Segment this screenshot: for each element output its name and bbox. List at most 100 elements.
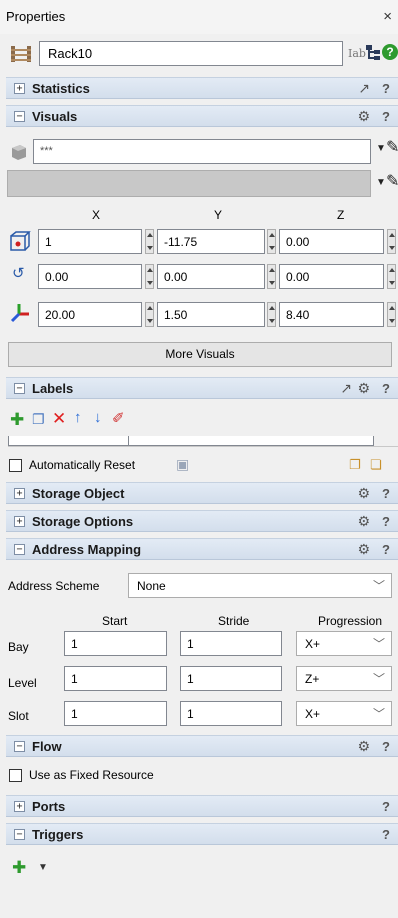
- section-flow[interactable]: − Flow ⚙ ?: [6, 735, 398, 757]
- rotation-z-field[interactable]: 0.00: [279, 264, 384, 289]
- dropdown-arrow-icon[interactable]: ▼: [376, 177, 386, 188]
- section-statistics[interactable]: + Statistics ↗ ?: [6, 77, 398, 99]
- level-start-field[interactable]: 1: [64, 666, 167, 691]
- tree-icon[interactable]: [366, 45, 380, 61]
- location-z-spinner[interactable]: [387, 229, 396, 254]
- expand-icon[interactable]: +: [14, 83, 25, 94]
- fixed-resource-checkbox[interactable]: [9, 769, 22, 782]
- panel-title: Properties: [6, 9, 66, 24]
- help-icon[interactable]: ?: [382, 44, 398, 60]
- location-z-field[interactable]: 0.00: [279, 229, 384, 254]
- rotation-y-field[interactable]: 0.00: [157, 264, 265, 289]
- help-icon[interactable]: ?: [382, 81, 390, 96]
- settings-icon[interactable]: ⚙: [357, 738, 370, 755]
- rotation-x-spinner[interactable]: [145, 264, 154, 289]
- copy-icon[interactable]: ❐: [32, 411, 45, 428]
- size-z-field[interactable]: 8.40: [279, 302, 384, 327]
- bay-stride-field[interactable]: 1: [180, 631, 282, 656]
- add-icon[interactable]: ✚: [10, 410, 24, 430]
- save-icon[interactable]: ▣: [176, 456, 189, 473]
- section-title: Storage Options: [32, 514, 134, 529]
- collapse-icon[interactable]: −: [14, 383, 25, 394]
- expand-icon[interactable]: +: [14, 488, 25, 499]
- section-title: Address Mapping: [32, 542, 142, 557]
- chevron-down-icon: ﹀: [372, 579, 385, 593]
- eyedropper-icon[interactable]: ✎: [386, 171, 398, 191]
- location-y-field[interactable]: -11.75: [157, 229, 265, 254]
- slot-progression-select[interactable]: X+ ﹀: [296, 701, 392, 726]
- copy-labels-icon[interactable]: ❐: [349, 457, 361, 473]
- pin-arrow-icon[interactable]: ↗: [358, 80, 370, 97]
- rotation-y-spinner[interactable]: [267, 264, 276, 289]
- help-icon[interactable]: ?: [382, 486, 390, 501]
- settings-icon[interactable]: ⚙: [357, 108, 370, 125]
- help-icon[interactable]: ?: [382, 739, 390, 754]
- settings-icon[interactable]: ⚙: [357, 485, 370, 502]
- section-storage-options[interactable]: + Storage Options ⚙ ?: [6, 510, 398, 532]
- dropdown-arrow-icon[interactable]: ▼: [38, 862, 48, 873]
- collapse-icon[interactable]: −: [14, 829, 25, 840]
- help-icon[interactable]: ?: [382, 799, 390, 814]
- collapse-icon[interactable]: −: [14, 544, 25, 555]
- location-x-spinner[interactable]: [145, 229, 154, 254]
- section-ports[interactable]: + Ports ?: [6, 795, 398, 817]
- size-z-spinner[interactable]: [387, 302, 396, 327]
- help-icon[interactable]: ?: [382, 542, 390, 557]
- section-visuals[interactable]: − Visuals ⚙ ?: [6, 105, 398, 127]
- add-trigger-icon[interactable]: ✚: [12, 858, 26, 878]
- collapse-icon[interactable]: −: [14, 741, 25, 752]
- location-icon: [9, 230, 31, 252]
- settings-icon[interactable]: ⚙: [357, 380, 370, 397]
- location-x-field[interactable]: 1: [38, 229, 142, 254]
- settings-icon[interactable]: ⚙: [357, 541, 370, 558]
- eyedropper-icon[interactable]: ✎: [386, 137, 398, 157]
- settings-icon[interactable]: ⚙: [357, 513, 370, 530]
- paste-labels-icon[interactable]: ❏: [370, 457, 382, 473]
- rotation-x-field[interactable]: 0.00: [38, 264, 142, 289]
- size-x-field[interactable]: 20.00: [38, 302, 142, 327]
- help-icon[interactable]: ?: [382, 381, 390, 396]
- pin-icon[interactable]: ✐: [112, 409, 125, 427]
- slot-stride-field[interactable]: 1: [180, 701, 282, 726]
- bay-start-field[interactable]: 1: [64, 631, 167, 656]
- section-storage-object[interactable]: + Storage Object ⚙ ?: [6, 482, 398, 504]
- label-edit-icon[interactable]: Iab: [348, 47, 366, 60]
- size-y-spinner[interactable]: [267, 302, 276, 327]
- collapse-icon[interactable]: −: [14, 111, 25, 122]
- auto-reset-label: Automatically Reset: [29, 458, 136, 472]
- move-down-icon[interactable]: ↓: [94, 409, 102, 426]
- section-labels[interactable]: − Labels ↗ ⚙ ?: [6, 377, 398, 399]
- close-icon[interactable]: ×: [383, 8, 392, 25]
- auto-reset-checkbox[interactable]: [9, 459, 22, 472]
- dropdown-arrow-icon[interactable]: ▼: [376, 143, 386, 154]
- level-stride-field[interactable]: 1: [180, 666, 282, 691]
- shape-field[interactable]: ***: [33, 139, 371, 164]
- section-triggers[interactable]: − Triggers ?: [6, 823, 398, 845]
- size-y-field[interactable]: 1.50: [157, 302, 265, 327]
- slot-start-field[interactable]: 1: [64, 701, 167, 726]
- expand-icon[interactable]: +: [14, 516, 25, 527]
- pin-arrow-icon[interactable]: ↗: [340, 380, 352, 397]
- delete-icon[interactable]: ✕: [52, 409, 66, 429]
- location-y-spinner[interactable]: [267, 229, 276, 254]
- level-progression-select[interactable]: Z+ ﹀: [296, 666, 392, 691]
- help-icon[interactable]: ?: [382, 109, 390, 124]
- object-name-field[interactable]: Rack10: [39, 41, 343, 66]
- address-scheme-select[interactable]: None ﹀: [128, 573, 392, 598]
- address-scheme-value: None: [137, 579, 166, 593]
- header-progression: Progression: [318, 614, 383, 628]
- expand-icon[interactable]: +: [14, 801, 25, 812]
- slot-progression-value: X+: [305, 707, 321, 721]
- help-icon[interactable]: ?: [382, 827, 390, 842]
- rotation-z-spinner[interactable]: [387, 264, 396, 289]
- labels-table[interactable]: [8, 436, 374, 446]
- more-visuals-button[interactable]: More Visuals: [8, 342, 392, 367]
- header-stride: Stride: [218, 614, 250, 628]
- help-icon[interactable]: ?: [382, 514, 390, 529]
- color-swatch[interactable]: [7, 170, 371, 197]
- size-x-spinner[interactable]: [145, 302, 154, 327]
- move-up-icon[interactable]: ↑: [74, 409, 82, 426]
- bay-progression-select[interactable]: X+ ﹀: [296, 631, 392, 656]
- section-title: Triggers: [32, 827, 84, 842]
- section-address-mapping[interactable]: − Address Mapping ⚙ ?: [6, 538, 398, 560]
